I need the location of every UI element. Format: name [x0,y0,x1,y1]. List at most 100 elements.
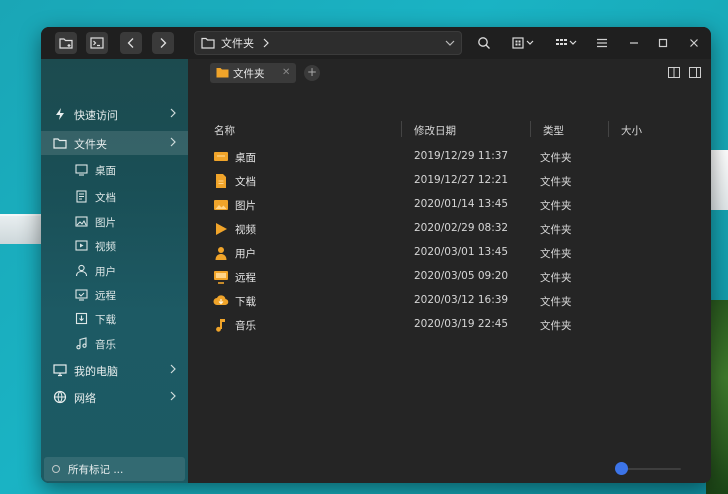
tab-close-icon[interactable]: ✕ [282,67,290,78]
add-tab-button[interactable]: + [304,65,320,81]
sidebar-item-remote[interactable]: 远程 [41,283,188,307]
sidebar-item-network[interactable]: 网络 [41,385,188,409]
background-bridge [0,214,42,244]
column-header-size[interactable]: 大小 [621,123,642,138]
maximize-button[interactable] [652,32,674,54]
column-headers: 名称 修改日期 类型 大小 [188,117,711,141]
sidebar-item-music[interactable]: 音乐 [41,332,188,356]
folder-icon [201,37,215,49]
table-row[interactable]: 音乐 2020/03/19 22:45 文件夹 [188,313,711,337]
file-date: 2020/03/01 13:45 [414,246,509,258]
column-divider[interactable] [608,121,609,137]
tab-folder[interactable]: 文件夹 ✕ [210,63,296,83]
file-date: 2019/12/29 11:37 [414,150,509,162]
sidebar-item-label: 我的电脑 [74,365,118,378]
file-manager-window: 文件夹 快速访问 文件夹 桌面 文档 图片 视频 用户 远程 下载 音乐 我的电… [41,27,711,483]
sidebar-item-label: 下载 [95,314,116,326]
sidebar-item-label: 图片 [95,217,116,229]
list-view-button[interactable] [552,32,582,54]
terminal-button[interactable] [86,32,108,54]
zoom-slider[interactable] [615,461,683,477]
close-button[interactable] [683,32,705,54]
tab-label: 文件夹 [233,68,265,80]
column-header-name[interactable]: 名称 [214,123,235,138]
new-window-button[interactable] [55,32,77,54]
search-button[interactable] [473,32,495,54]
chevron-right-icon [170,137,176,147]
file-type: 文件夹 [540,248,572,260]
table-row[interactable]: 图片 2020/01/14 13:45 文件夹 [188,193,711,217]
table-row[interactable]: 远程 2020/03/05 09:20 文件夹 [188,265,711,289]
grid-view-icon [512,37,534,49]
sidebar-item-videos[interactable]: 视频 [41,234,188,258]
chevron-left-icon [127,38,134,48]
picture-folder-icon [214,200,228,210]
folder-icon [53,138,67,149]
video-folder-icon [216,223,227,235]
split-view-icon[interactable] [668,67,680,78]
file-type: 文件夹 [540,176,572,188]
user-folder-icon [215,247,227,260]
table-row[interactable]: 视频 2020/02/29 08:32 文件夹 [188,217,711,241]
column-divider[interactable] [401,121,402,137]
table-row[interactable]: 文档 2019/12/27 12:21 文件夹 [188,169,711,193]
address-bar[interactable]: 文件夹 [194,31,462,55]
folder-add-icon [59,38,73,49]
file-date: 2019/12/27 12:21 [414,174,509,186]
table-row[interactable]: 桌面 2019/12/29 11:37 文件夹 [188,145,711,169]
sidebar-item-label: 视频 [95,241,116,253]
back-button[interactable] [120,32,142,54]
sidebar-item-downloads[interactable]: 下载 [41,307,188,331]
music-folder-icon [216,319,225,332]
close-icon [690,39,698,47]
forward-button[interactable] [152,32,174,54]
zoom-slider-thumb[interactable] [615,462,628,475]
icon-view-button[interactable] [509,32,539,54]
sidebar-item-quick-access[interactable]: 快速访问 [41,102,188,126]
table-row[interactable]: 用户 2020/03/01 13:45 文件夹 [188,241,711,265]
file-type: 文件夹 [540,224,572,236]
file-type: 文件夹 [540,152,572,164]
music-icon [76,337,87,350]
background-structure [708,150,728,210]
sidebar-item-desktop[interactable]: 桌面 [41,158,188,182]
remote-icon [75,289,88,301]
details-panel-icon[interactable] [689,67,701,78]
sidebar-item-label: 文件夹 [74,138,107,151]
video-icon [75,240,88,251]
sidebar-item-pictures[interactable]: 图片 [41,210,188,234]
tag-dot-icon [52,465,60,473]
download-icon [75,312,88,325]
maximize-icon [658,38,668,48]
download-folder-icon [213,295,229,306]
sidebar-item-user[interactable]: 用户 [41,259,188,283]
sidebar-item-documents[interactable]: 文档 [41,185,188,209]
minimize-button[interactable] [623,32,645,54]
sidebar-item-label: 桌面 [95,165,116,177]
column-header-modified[interactable]: 修改日期 [414,123,456,138]
sidebar-item-folders[interactable]: 文件夹 [41,131,188,155]
all-tags-label: 所有标记 ... [68,464,124,476]
breadcrumb-chevron-icon [263,38,269,48]
file-list-panel: 文件夹 ✕ + 名称 修改日期 类型 大小 桌面 2019/12/29 11:3… [188,59,711,483]
menu-icon [597,38,607,48]
column-header-type[interactable]: 类型 [543,123,564,138]
all-tags-button[interactable]: 所有标记 ... [44,457,185,481]
sidebar-item-my-computer[interactable]: 我的电脑 [41,358,188,382]
file-name: 用户 [235,248,256,260]
document-icon [76,190,87,203]
table-row[interactable]: 下载 2020/03/12 16:39 文件夹 [188,289,711,313]
file-date: 2020/03/19 22:45 [414,318,509,330]
main-menu-button[interactable] [591,32,613,54]
list-view-icon [556,39,577,45]
titlebar: 文件夹 [41,27,711,59]
file-date: 2020/02/29 08:32 [414,222,509,234]
file-type: 文件夹 [540,296,572,308]
chevron-right-icon [170,364,176,374]
file-date: 2020/03/05 09:20 [414,270,509,282]
terminal-icon [90,37,104,49]
column-divider[interactable] [530,121,531,137]
file-type: 文件夹 [540,320,572,332]
address-crumb[interactable]: 文件夹 [221,35,254,51]
chevron-down-icon[interactable] [445,39,455,47]
